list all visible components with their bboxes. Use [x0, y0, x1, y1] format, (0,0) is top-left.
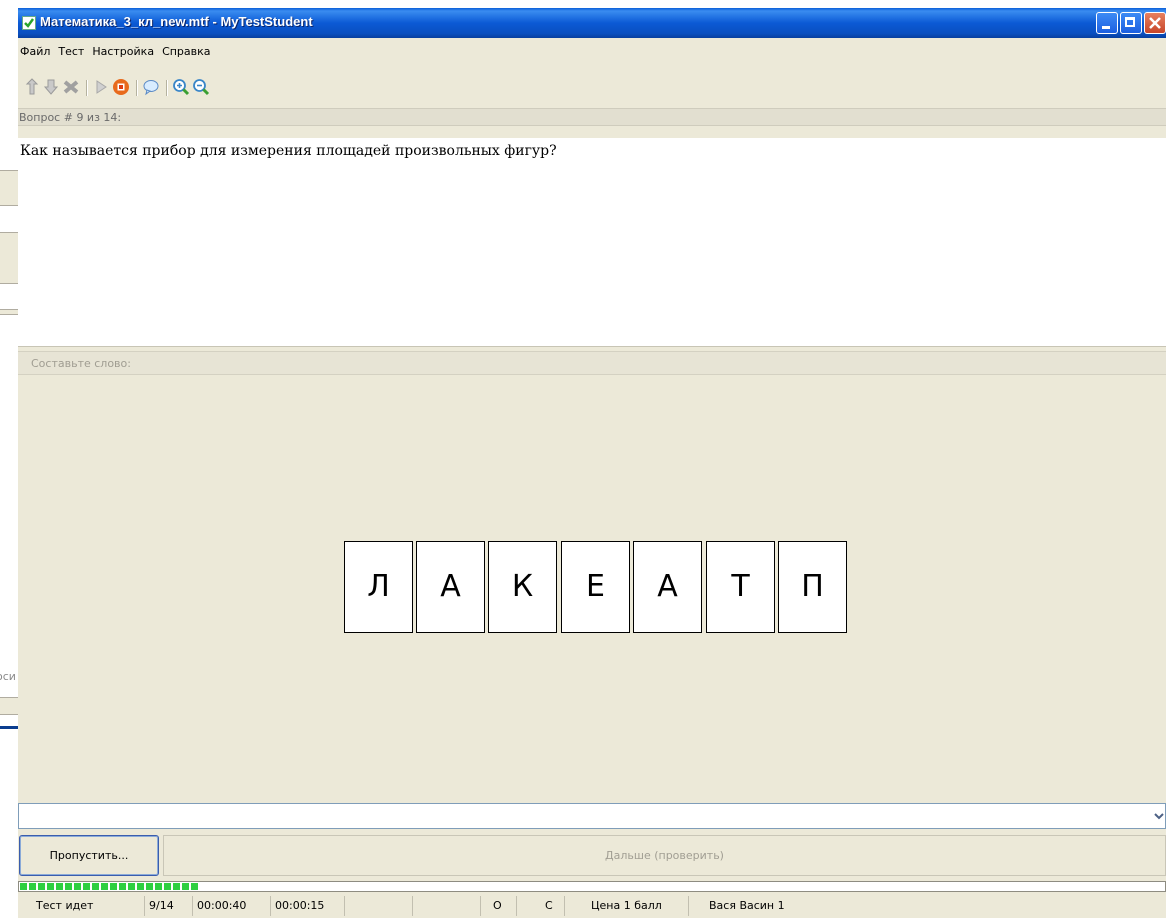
letter-tile[interactable]: А	[633, 541, 702, 633]
toolbar-separator	[86, 80, 88, 96]
upload-icon[interactable]	[24, 78, 42, 96]
letter-tile[interactable]: К	[488, 541, 557, 633]
delete-icon[interactable]	[62, 78, 80, 96]
letter-tile[interactable]: П	[778, 541, 847, 633]
status-flag-o: O	[480, 896, 516, 916]
letter-tile[interactable]: А	[416, 541, 485, 633]
question-panel: Как называется прибор для измерения площ…	[18, 138, 1166, 347]
menu-settings[interactable]: Настройка	[88, 41, 158, 58]
status-empty-cell	[344, 896, 412, 916]
skip-button[interactable]: Пропустить...	[19, 835, 159, 876]
answer-instruction-label: Составьте слово:	[31, 357, 131, 370]
chevron-down-icon[interactable]	[1153, 809, 1165, 823]
question-text: Как называется прибор для измерения площ…	[20, 143, 557, 159]
status-user: Вася Васин 1	[688, 896, 1166, 916]
speech-icon[interactable]	[142, 78, 160, 96]
status-counter: 9/14	[144, 896, 192, 916]
main-window: Математика_3_кл_new.mtf - MyTestStudent …	[18, 8, 1166, 918]
close-button[interactable]	[1144, 12, 1166, 34]
close-icon	[1149, 17, 1161, 29]
download-icon[interactable]	[42, 78, 60, 96]
minimize-button[interactable]	[1096, 12, 1118, 34]
zoom-out-icon[interactable]	[192, 78, 210, 96]
zoom-in-icon[interactable]	[172, 78, 190, 96]
menu-file[interactable]: Файл	[18, 41, 54, 58]
toolbar-separator	[166, 80, 168, 96]
status-bar: Тест идет 9/14 00:00:40 00:00:15 O C Цен…	[18, 894, 1166, 918]
answer-header: Составьте слово:	[18, 351, 1166, 375]
question-header: Вопрос # 9 из 14:	[18, 108, 1166, 126]
toolbar-separator	[136, 80, 138, 96]
progress-bar	[18, 881, 1166, 892]
title-bar[interactable]: Математика_3_кл_new.mtf - MyTestStudent	[18, 8, 1166, 38]
next-check-button[interactable]: Дальше (проверить)	[163, 835, 1166, 876]
menu-help[interactable]: Справка	[158, 41, 214, 58]
status-flag-c: C	[516, 896, 564, 916]
maximize-button[interactable]	[1120, 12, 1142, 34]
letter-tile[interactable]: Е	[561, 541, 630, 633]
menu-bar: Файл Тест Настройка Справка	[18, 41, 1166, 61]
status-state: Тест идет	[36, 899, 94, 912]
stop-icon[interactable]	[112, 78, 130, 96]
play-icon[interactable]	[92, 78, 110, 96]
letter-tile[interactable]: Т	[706, 541, 775, 633]
answer-input[interactable]	[18, 803, 1166, 829]
status-time-total: 00:00:40	[192, 896, 270, 916]
app-checkmark-icon	[22, 16, 36, 30]
menu-test[interactable]: Тест	[54, 41, 88, 58]
letter-tile[interactable]: Л	[344, 541, 413, 633]
window-title: Математика_3_кл_new.mtf - MyTestStudent	[40, 14, 313, 29]
status-price: Цена 1 балл	[564, 896, 688, 916]
toolbar	[18, 78, 1166, 100]
status-time-question: 00:00:15	[270, 896, 344, 916]
status-empty-cell	[412, 896, 480, 916]
progress-fill	[20, 883, 198, 890]
question-number-label: Вопрос # 9 из 14:	[19, 111, 122, 124]
